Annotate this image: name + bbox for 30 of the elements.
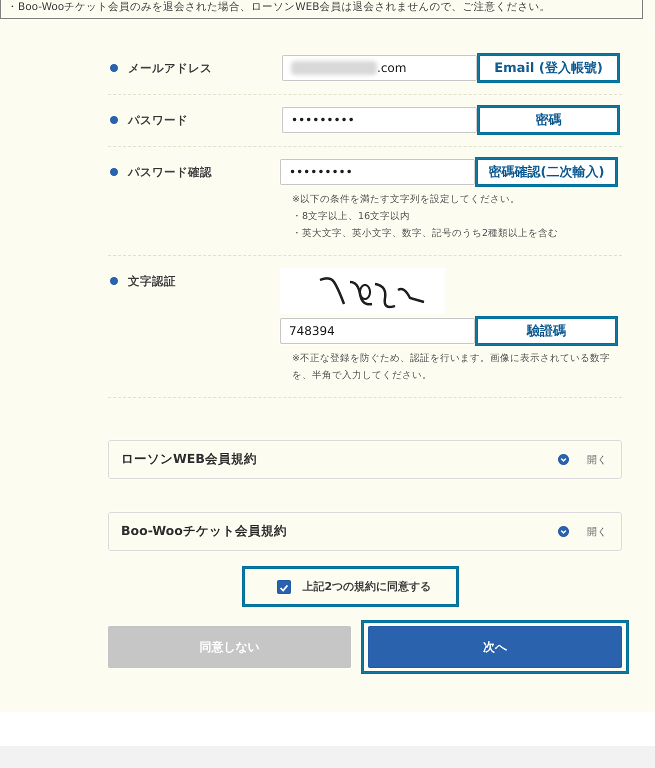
- input-field[interactable]: .com: [282, 55, 477, 81]
- hint-text: ・英大文字、英小文字、数字、記号のうち2種類以上を含む: [292, 227, 560, 241]
- bullet-icon: [110, 64, 118, 72]
- checkbox[interactable]: [276, 580, 290, 594]
- annotation-label: 密碼: [477, 105, 620, 135]
- hint-text: ※不正な登録を防ぐため、認証を行います。画像に表示されている数字を、半角で入力してください。: [292, 352, 611, 383]
- next-button[interactable]: 次へ: [368, 626, 622, 668]
- terms-title: ローソンWEB会員規約: [121, 451, 258, 468]
- bullet-icon: [110, 116, 118, 124]
- field-label: パスワード確認: [128, 164, 212, 180]
- open-link[interactable]: 開く: [587, 524, 607, 538]
- checkbox-label: 上記2つの規約に同意する: [302, 579, 432, 594]
- chevron-down-icon[interactable]: [558, 526, 569, 537]
- input-field[interactable]: 748394: [280, 318, 475, 344]
- chevron-down-icon[interactable]: [558, 454, 569, 465]
- bullet-icon: [110, 168, 118, 176]
- field-label: メールアドレス: [128, 60, 212, 76]
- open-link[interactable]: 開く: [587, 452, 607, 466]
- hint-text: ※以下の条件を満たす文字列を設定してください。: [292, 193, 521, 207]
- annotation-label: 密碼確認(二次輸入): [475, 157, 618, 187]
- terms-title: Boo-Wooチケット会員規約: [121, 523, 288, 540]
- annotation-label: Email (登入帳號): [477, 53, 620, 83]
- hint-text: ・8文字以上、16文字以内: [292, 210, 412, 224]
- input-field[interactable]: •••••••••: [280, 159, 475, 185]
- notice-text: ・Boo-Wooチケット会員のみを退会された場合、ローソンWEB会員は退会されませんので、ご注意ください。: [7, 0, 550, 15]
- field-label: パスワード: [128, 112, 188, 128]
- annotation-label: 驗證碼: [475, 316, 618, 346]
- input-field[interactable]: •••••••••: [282, 107, 477, 133]
- bullet-icon: [110, 277, 118, 285]
- field-label: 文字認証: [128, 274, 176, 288]
